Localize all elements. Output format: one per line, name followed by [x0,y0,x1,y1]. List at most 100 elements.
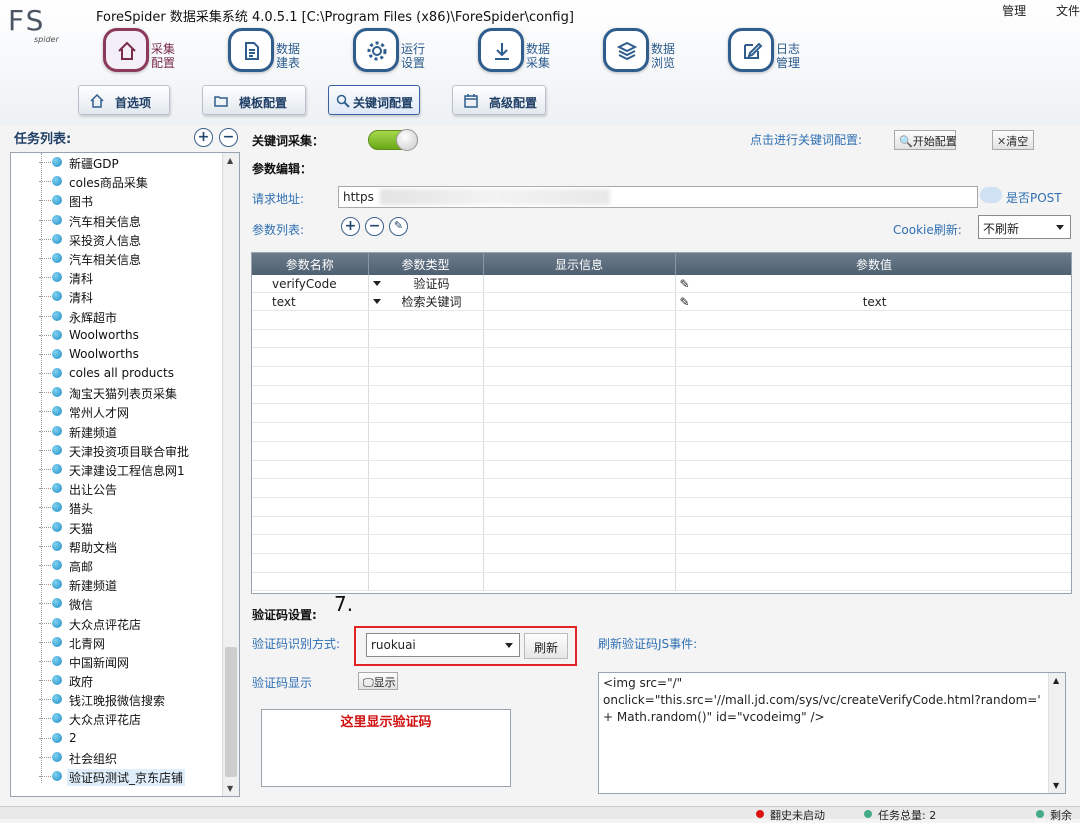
scroll-down-icon[interactable]: ▼ [1053,781,1059,790]
param-value-cell[interactable]: ✎ text [675,292,1071,311]
scroll-down-icon[interactable]: ▼ [227,784,233,793]
tab-preferences[interactable]: 首选项 [78,85,170,115]
start-config-button[interactable]: 🔍开始配置 [894,130,957,150]
js-scrollbar[interactable]: ▲ ▼ [1048,673,1065,793]
nav-label-top: 数据 [276,42,301,56]
keyword-collect-toggle[interactable] [368,129,418,151]
list-item[interactable]: 图书 [11,191,223,210]
table-row[interactable] [252,497,1071,517]
list-item[interactable]: 钱江晚报微信搜索 [11,690,223,709]
add-param-button[interactable]: + [341,217,360,236]
clear-button[interactable]: ✕清空 [992,130,1034,150]
table-row[interactable] [252,534,1071,554]
table-row[interactable] [252,329,1071,349]
refresh-button[interactable]: 刷新 [524,633,568,659]
list-item[interactable]: 天津投资项目联合审批 [11,441,223,460]
column-header-name[interactable]: 参数名称 [252,253,369,275]
list-item[interactable]: 大众点评花店 [11,614,223,633]
list-item[interactable]: 帮助文档 [11,537,223,556]
param-display-cell[interactable] [483,275,676,293]
list-item[interactable]: 2 [11,729,223,748]
list-item[interactable]: 永辉超市 [11,307,223,326]
list-item[interactable]: 政府 [11,671,223,690]
tab-keyword-config[interactable]: 关键词配置 [328,85,420,115]
table-row[interactable] [252,572,1071,592]
list-item[interactable]: 北青网 [11,633,223,652]
table-row[interactable] [252,422,1071,442]
list-item[interactable]: 天津建设工程信息网1 [11,460,223,479]
list-item[interactable]: coles商品采集 [11,172,223,191]
list-item[interactable]: 汽车相关信息 [11,211,223,230]
table-row[interactable] [252,553,1071,573]
scroll-up-icon[interactable]: ▲ [227,156,233,165]
list-item[interactable]: 新建频道 [11,575,223,594]
list-item[interactable]: 大众点评花店 [11,709,223,728]
list-item[interactable]: 中国新闻网 [11,652,223,671]
nav-data-table[interactable]: 数据 建表 [228,26,340,78]
nav-log-manage[interactable]: 日志 管理 [728,26,840,78]
table-row[interactable] [252,478,1071,498]
cookie-refresh-select[interactable]: 不刷新 [978,215,1071,239]
nav-collect-config[interactable]: 采集 配置 [103,26,215,78]
param-name-cell[interactable]: verifyCode [252,275,369,293]
list-item[interactable]: 社会组织 [11,748,223,767]
column-header-value[interactable]: 参数值 [675,253,1071,275]
table-row[interactable] [252,385,1071,405]
remove-task-button[interactable]: − [219,128,238,147]
pencil-icon[interactable]: ✎ [680,295,690,309]
captcha-method-select[interactable]: ruokuai [366,633,520,657]
list-item[interactable]: 猎头 [11,498,223,517]
param-display-cell[interactable] [483,292,676,311]
tree-scrollbar[interactable]: ▲ ▼ [222,153,239,796]
table-row[interactable] [252,516,1071,536]
add-task-button[interactable]: + [194,128,213,147]
task-node-icon [52,675,62,686]
list-item[interactable]: 常州人才网 [11,402,223,421]
edit-param-button[interactable]: ✎ [389,217,408,236]
table-row[interactable] [252,347,1071,368]
tab-template-config[interactable]: 模板配置 [202,85,306,115]
refresh-js-textarea[interactable]: <img src="/" onclick="this.src='//mall.j… [598,672,1066,794]
scroll-thumb[interactable] [225,647,237,777]
scroll-up-icon[interactable]: ▲ [1053,676,1059,685]
list-item[interactable]: 采投资人信息 [11,230,223,249]
post-checkbox[interactable] [980,187,1002,203]
param-name-cell[interactable]: text [252,292,369,311]
param-type-cell[interactable]: 验证码 [368,275,484,293]
table-row[interactable] [252,366,1071,386]
menu-manage[interactable]: 管理 [1002,4,1026,18]
show-captcha-button[interactable]: 🖵显示 [358,672,398,690]
list-item[interactable]: 微信 [11,594,223,613]
param-value-cell[interactable]: ✎ [675,275,1071,293]
list-item[interactable]: 清科 [11,287,223,306]
remove-param-button[interactable]: − [365,217,384,236]
table-row[interactable] [252,403,1071,424]
task-node-icon [52,636,62,647]
list-item[interactable]: 新建频道 [11,422,223,441]
column-header-display[interactable]: 显示信息 [483,253,676,275]
table-row[interactable] [252,460,1071,480]
list-item[interactable]: 新疆GDP [11,153,223,172]
column-header-type[interactable]: 参数类型 [368,253,484,275]
pencil-icon[interactable]: ✎ [680,277,690,291]
tab-advanced-config[interactable]: 高级配置 [452,85,546,115]
list-item[interactable]: Woolworths [11,345,223,364]
list-item[interactable]: 高邮 [11,556,223,575]
list-item[interactable]: 出让公告 [11,479,223,498]
list-item[interactable]: Woolworths [11,326,223,345]
table-row[interactable] [252,441,1071,461]
list-item[interactable]: 汽车相关信息 [11,249,223,268]
list-item[interactable]: 验证码测试_京东店铺 [11,767,223,786]
list-item[interactable]: 淘宝天猫列表页采集 [11,383,223,402]
list-item[interactable]: coles all products [11,364,223,383]
param-type-cell[interactable]: 检索关键词 [368,292,484,311]
nav-data-collect[interactable]: 数据 采集 [478,26,590,78]
table-row[interactable]: verifyCode 验证码 ✎ [252,275,1071,293]
nav-data-browse[interactable]: 数据 浏览 [603,26,715,78]
list-item[interactable]: 清科 [11,268,223,287]
list-item[interactable]: 天猫 [11,518,223,537]
table-row[interactable]: text 检索关键词 ✎ text [252,292,1071,311]
menu-file[interactable]: 文件 [1056,4,1080,18]
table-row[interactable] [252,310,1071,330]
nav-run-settings[interactable]: 运行 设置 [353,26,465,78]
